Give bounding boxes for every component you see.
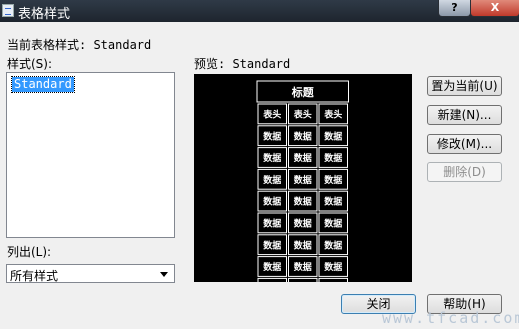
new-button[interactable]: 新建(N)... <box>427 105 502 125</box>
preview-data-text: 数据 <box>263 261 281 273</box>
modify-button[interactable]: 修改(M)... <box>427 134 502 154</box>
preview-data-text: 数据 <box>324 130 342 142</box>
preview-data-text: 数据 <box>263 196 281 208</box>
close-title-button[interactable]: X <box>470 0 519 17</box>
preview-data-text: 数据 <box>263 130 281 142</box>
preview-data-text: 数据 <box>263 218 281 230</box>
list-filter-dropdown[interactable]: 所有样式 <box>6 264 175 283</box>
chevron-down-icon <box>160 272 168 277</box>
preview-header-text: 表头 <box>323 109 342 121</box>
set-current-button[interactable]: 置为当前(U) <box>427 76 502 96</box>
watermark: www.tfcad.com <box>382 309 519 327</box>
preview-header-text: 表头 <box>293 109 312 121</box>
help-title-button[interactable]: ? <box>438 0 471 17</box>
preview-data-text: 数据 <box>294 239 312 251</box>
list-filter-value: 所有样式 <box>10 269 59 283</box>
preview-data-text: 数据 <box>324 218 342 230</box>
preview-data-text: 数据 <box>324 239 342 251</box>
styles-label: 样式(S): <box>7 57 53 71</box>
styles-listbox[interactable]: Standard <box>6 72 175 238</box>
preview-data-cell <box>288 277 318 299</box>
preview-data-text: 数据 <box>294 218 312 230</box>
preview-data-text: 数据 <box>294 196 312 208</box>
table-style-icon <box>2 4 14 17</box>
preview-data-cell <box>257 277 287 299</box>
preview-data-text: 数据 <box>294 130 312 142</box>
preview-header-text: 表头 <box>262 109 281 121</box>
preview-data-text: 数据 <box>324 174 342 186</box>
preview-data-text: 数据 <box>324 261 342 273</box>
preview-data-text: 数据 <box>324 196 342 208</box>
preview-data-text: 数据 <box>263 152 281 164</box>
title-bar: 表格样式 ? X <box>0 0 519 22</box>
preview-data-text: 数据 <box>324 152 342 164</box>
preview-pane: 标题 表头 表头 表头 数据 数据 数据 数据 数据 数据 数据 数据 数据 数据 数据 数据 数据 数据 数据 数据… <box>194 74 412 299</box>
preview-data-text: 数据 <box>294 261 312 273</box>
preview-table: 标题表头 表头 表头数据 数据 数据数据 数据 数据数据 数据 数据数据 数据 数据数据 数据 数据数据… <box>256 80 349 299</box>
style-item-standard[interactable]: Standard <box>11 76 75 93</box>
preview-label: 预览: Standard <box>194 57 291 71</box>
preview-data-text: 数据 <box>294 152 312 164</box>
preview-data-text: 数据 <box>294 174 312 186</box>
preview-data-text: 数据 <box>263 174 281 186</box>
list-filter-label: 列出(L): <box>7 245 52 259</box>
current-style-label: 当前表格样式: Standard <box>7 38 152 52</box>
window-title: 表格样式 <box>18 7 71 22</box>
preview-title-text: 标题 <box>291 85 315 99</box>
delete-button: 删除(D) <box>427 162 502 182</box>
preview-data-cell <box>318 277 348 299</box>
preview-data-text: 数据 <box>263 239 281 251</box>
